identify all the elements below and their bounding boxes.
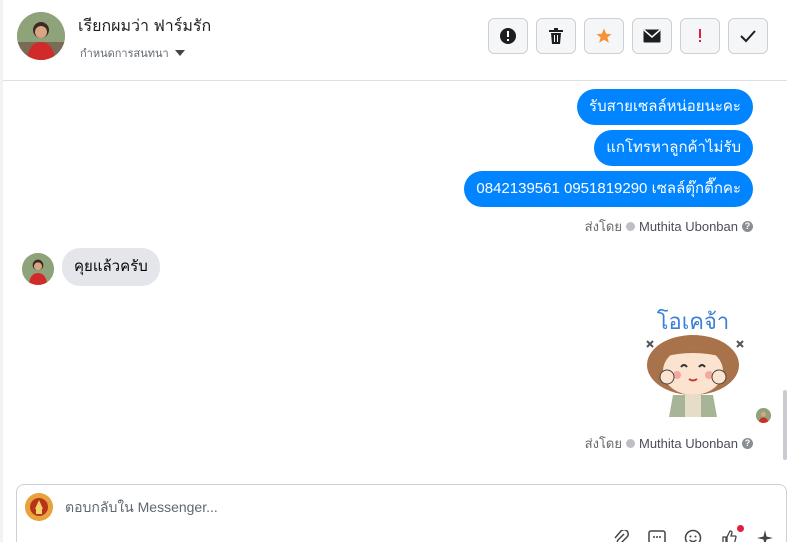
like-button[interactable] [720,525,744,542]
delete-button[interactable] [536,18,576,54]
composer-toolbar [612,525,774,542]
contact-name: เรียกผมว่า ฟาร์มรัก [78,18,212,35]
exclamation-icon [699,29,701,42]
incoming-message[interactable]: คุยแล้วครับ [62,248,160,286]
star-icon [596,28,612,43]
saved-reply-icon [648,530,666,542]
mark-done-button[interactable] [728,18,768,54]
emoji-button[interactable] [684,529,702,542]
sent-by-prefix: ส่งโดย [584,436,622,451]
star-button[interactable] [584,18,624,54]
message-thread: รับสายเซลล์หน่อยนะคะ แกโทรหาลูกค้าไม่รับ… [3,81,783,481]
sent-by-prefix: ส่งโดย [584,219,622,234]
sticker[interactable]: โอเคจ้า [633,301,753,421]
contact-avatar[interactable] [17,12,65,60]
add-button[interactable] [756,529,774,542]
mark-spam-button[interactable] [488,18,528,54]
sent-check-icon [625,222,635,231]
follow-up-button[interactable] [680,18,720,54]
scrollbar[interactable] [783,390,787,460]
saved-replies-button[interactable] [648,529,666,542]
outgoing-message[interactable]: แกโทรหาลูกค้าไม่รับ [594,130,753,166]
sent-by-agent[interactable]: Muthita Ubonban [639,436,738,451]
envelope-icon [643,29,661,43]
mark-unread-button[interactable] [632,18,672,54]
trash-icon [549,28,563,44]
read-receipt-avatar [756,408,771,423]
contact-avatar-small [22,253,54,285]
outgoing-message[interactable]: 0842139561 0951819290 เซลล์ตุ๊กตี๊กคะ [464,171,753,207]
help-icon[interactable]: ? [742,221,753,232]
page-avatar [25,493,53,521]
caret-down-icon [174,50,185,56]
reply-composer [16,484,787,542]
sparkle-icon [757,530,773,542]
outgoing-message[interactable]: รับสายเซลล์หน่อยนะคะ [577,89,753,125]
sent-check-icon [625,439,635,448]
check-icon [740,30,756,43]
exclamation-circle-icon [500,28,516,44]
emoji-icon [684,529,702,542]
sent-by-line: ส่งโดย Muthita Ubonban ? [585,433,753,454]
paperclip-icon [614,530,629,542]
assign-label: กำหนดการสนทนา [80,48,169,60]
sent-by-agent[interactable]: Muthita Ubonban [639,219,738,234]
sent-by-line: ส่งโดย Muthita Ubonban ? [585,216,753,237]
sticker-text: โอเคจ้า [657,309,730,335]
assign-conversation-dropdown[interactable]: กำหนดการสนทนา [80,44,185,62]
thumbs-up-icon [722,530,737,542]
reply-input[interactable] [65,499,665,515]
conversation-header: เรียกผมว่า ฟาร์มรัก กำหนดการสนทนา [3,0,787,81]
attach-button[interactable] [612,529,630,542]
help-icon[interactable]: ? [742,438,753,449]
notification-dot [737,525,744,532]
